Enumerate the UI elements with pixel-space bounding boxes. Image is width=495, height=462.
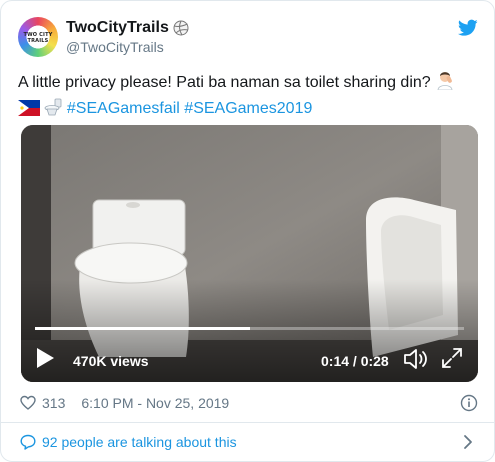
hashtag-seagamesfail[interactable]: #SEAGamesfail: [67, 100, 180, 117]
chevron-right-icon[interactable]: [462, 434, 474, 450]
philippines-flag-emoji: [18, 100, 40, 123]
tweet-timestamp[interactable]: 6:10 PM - Nov 25, 2019: [81, 395, 229, 411]
volleyball-icon: [173, 20, 189, 36]
tweet-embed-card: TWO CITY TRAILS TwoCityTrails @TwoCityTr…: [0, 0, 495, 462]
man-facepalming-emoji: [435, 70, 455, 97]
video-frame: [21, 125, 478, 382]
avatar-logo-text: TWO CITY TRAILS: [23, 32, 53, 44]
video-progress-bar[interactable]: [35, 327, 464, 330]
hashtag-seagames2019[interactable]: #SEAGames2019: [184, 100, 312, 117]
author-handle[interactable]: @TwoCityTrails: [66, 39, 164, 55]
twitter-bird-icon[interactable]: [458, 19, 478, 37]
toilet-emoji: [44, 98, 62, 123]
avatar[interactable]: TWO CITY TRAILS: [18, 17, 58, 57]
video-views: 470K views: [73, 353, 149, 369]
video-player[interactable]: 470K views 0:14 / 0:28: [21, 125, 478, 382]
author-display-name[interactable]: TwoCityTrails: [66, 19, 189, 37]
info-icon[interactable]: [460, 394, 478, 412]
play-icon[interactable]: [35, 347, 55, 369]
video-timecode: 0:14 / 0:28: [321, 353, 389, 369]
fullscreen-icon[interactable]: [441, 347, 463, 369]
author-name-text[interactable]: TwoCityTrails: [66, 19, 169, 37]
tweet-text: A little privacy please! Pati ba naman s…: [18, 70, 480, 123]
heart-icon[interactable]: [20, 395, 36, 411]
volume-icon[interactable]: [403, 347, 429, 371]
talking-about-link[interactable]: 92 people are talking about this: [20, 432, 237, 452]
talking-about-label[interactable]: 92 people are talking about this: [42, 434, 237, 450]
tweet-meta: 313 6:10 PM - Nov 25, 2019: [20, 393, 229, 413]
divider: [1, 422, 494, 423]
like-count[interactable]: 313: [42, 395, 65, 411]
speech-bubble-icon: [20, 434, 36, 450]
video-progress-fill: [35, 327, 250, 330]
tweet-text-body: A little privacy please! Pati ba naman s…: [18, 74, 431, 91]
